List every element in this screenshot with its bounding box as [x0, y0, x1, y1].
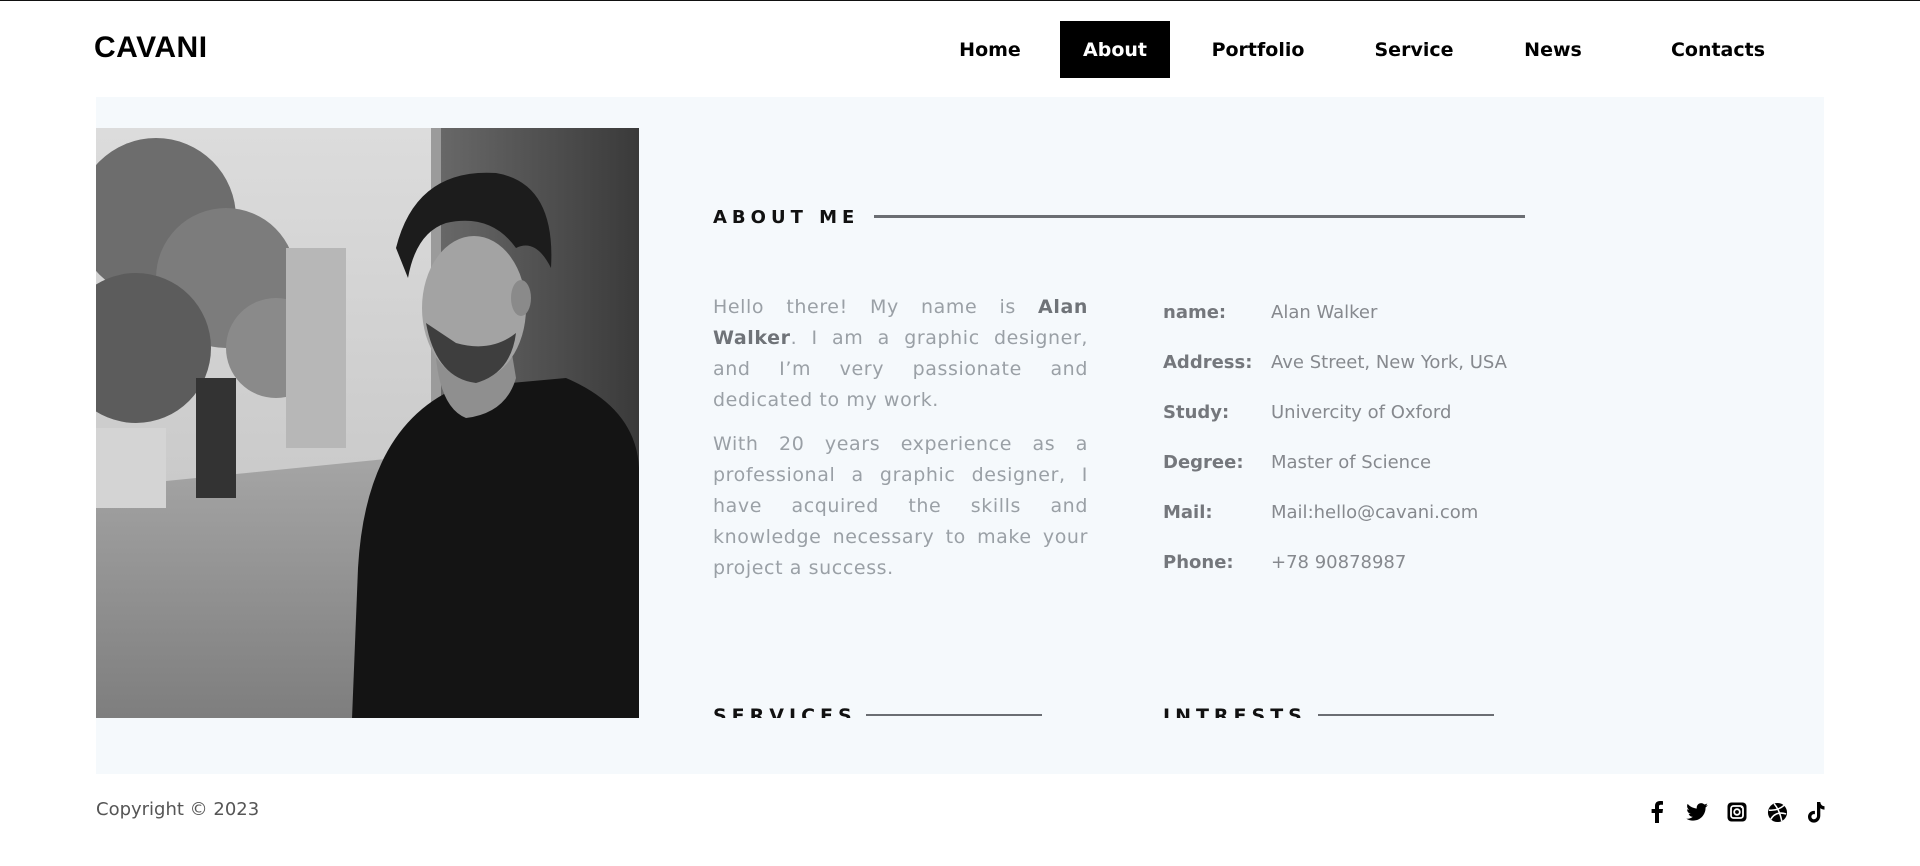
info-value: Alan Walker: [1271, 301, 1378, 323]
about-description: Hello there! My name is Alan Walker. I a…: [713, 292, 1088, 597]
info-value: Master of Science: [1271, 451, 1432, 473]
info-row-study: Study: Univercity of Oxford: [1163, 387, 1507, 437]
intro-text: Hello there! My name is: [713, 296, 1039, 318]
nav-about[interactable]: About: [1060, 21, 1170, 78]
nav-contacts[interactable]: Contacts: [1648, 21, 1788, 78]
about-title-line: [874, 215, 1525, 218]
info-value[interactable]: Mail:hello@cavani.com: [1271, 502, 1478, 523]
about-panel: ABOUT ME Hello there! My name is Alan Wa…: [96, 97, 1824, 774]
info-row-phone: Phone: +78 90878987: [1163, 537, 1507, 587]
interests-title-line: [1318, 714, 1494, 716]
about-title: ABOUT ME: [713, 207, 860, 228]
personal-info-list: name: Alan Walker Address: Ave Street, N…: [1163, 287, 1507, 587]
info-row-name: name: Alan Walker: [1163, 287, 1507, 337]
facebook-icon[interactable]: [1644, 799, 1670, 825]
about-experience-paragraph: With 20 years experience as a profession…: [713, 433, 1088, 579]
about-intro-paragraph: Hello there! My name is Alan Walker. I a…: [713, 292, 1088, 416]
nav-news[interactable]: News: [1498, 21, 1608, 78]
main-nav: Home About Portfolio Service News Contac…: [934, 21, 1788, 78]
services-title-line: [866, 714, 1042, 716]
dribbble-icon[interactable]: [1764, 799, 1790, 825]
nav-home[interactable]: Home: [934, 21, 1046, 78]
info-value: Ave Street, New York, USA: [1271, 351, 1507, 373]
nav-portfolio[interactable]: Portfolio: [1178, 21, 1338, 78]
info-row-degree: Degree: Master of Science: [1163, 437, 1507, 487]
info-value: Univercity of Oxford: [1271, 401, 1452, 423]
info-key: Mail:: [1163, 501, 1213, 523]
site-header: CAVANI Home About Portfolio Service News…: [0, 1, 1920, 97]
copyright-text: Copyright © 2023: [96, 799, 260, 820]
info-value: +78 90878987: [1271, 551, 1407, 573]
info-key: name:: [1163, 301, 1227, 323]
info-row-mail: Mail: Mail:hello@cavani.com: [1163, 487, 1507, 537]
info-row-address: Address: Ave Street, New York, USA: [1163, 337, 1507, 387]
portrait-photo: [96, 128, 639, 744]
info-key: Study:: [1163, 401, 1230, 423]
info-key: Degree:: [1163, 451, 1244, 473]
tiktok-icon[interactable]: [1804, 799, 1830, 825]
instagram-icon[interactable]: [1724, 799, 1750, 825]
nav-service[interactable]: Service: [1344, 21, 1484, 78]
scroll-clip: [96, 718, 1824, 774]
social-links: [1644, 799, 1830, 825]
site-logo[interactable]: CAVANI: [94, 31, 208, 65]
info-key: Phone:: [1163, 551, 1234, 573]
info-key: Address:: [1163, 351, 1253, 373]
twitter-icon[interactable]: [1684, 799, 1710, 825]
